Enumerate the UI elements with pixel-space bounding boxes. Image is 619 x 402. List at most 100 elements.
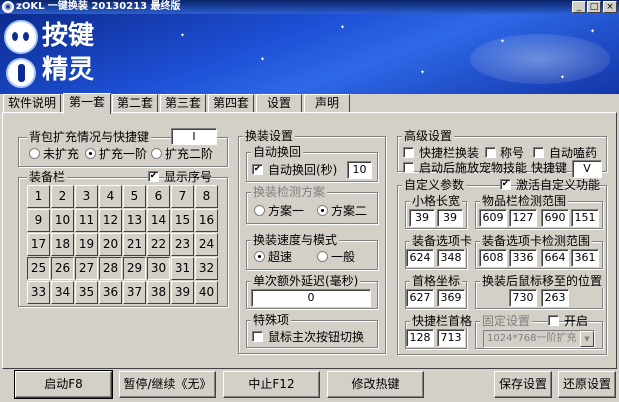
radio-detect-1[interactable] bbox=[254, 205, 265, 216]
radio-expand-1[interactable] bbox=[85, 148, 96, 159]
tab-settings[interactable]: 设置 bbox=[256, 94, 302, 113]
close-button[interactable]: × bbox=[603, 1, 617, 13]
equip-slot[interactable]: 22 bbox=[147, 233, 170, 256]
fixed-title: 固定设置 bbox=[480, 314, 533, 328]
equip-slot[interactable]: 18 bbox=[51, 233, 74, 256]
equip-slot[interactable]: 14 bbox=[147, 209, 170, 232]
tab-set-2[interactable]: 第二套 bbox=[112, 94, 158, 113]
quickbar-first-y[interactable]: 713 bbox=[437, 329, 465, 347]
equip-slot[interactable]: 24 bbox=[195, 233, 218, 256]
mouse-swap-checkbox[interactable] bbox=[252, 331, 263, 342]
equip-slot[interactable]: 8 bbox=[195, 185, 218, 208]
mouse-pos-y[interactable]: 263 bbox=[541, 289, 569, 307]
item-range-x1[interactable]: 609 bbox=[479, 209, 507, 227]
equip-tab-range-x2[interactable]: 664 bbox=[541, 249, 569, 267]
chevron-down-icon[interactable]: ▼ bbox=[580, 331, 594, 347]
activate-custom-checkbox[interactable]: ✔ bbox=[500, 179, 511, 190]
pet-skill-checkbox[interactable] bbox=[403, 162, 414, 173]
item-range-y1[interactable]: 127 bbox=[509, 209, 537, 227]
equip-slot[interactable]: 39 bbox=[171, 281, 194, 304]
equip-slot[interactable]: 32 bbox=[195, 257, 218, 280]
radio-expand-2[interactable] bbox=[151, 148, 162, 159]
equip-slot[interactable]: 28 bbox=[99, 257, 122, 280]
equip-slot[interactable]: 31 bbox=[171, 257, 194, 280]
equip-slot[interactable]: 33 bbox=[27, 281, 50, 304]
equip-tab-x[interactable]: 624 bbox=[406, 249, 434, 267]
fixed-enable-checkbox[interactable] bbox=[548, 315, 559, 326]
equip-slot[interactable]: 12 bbox=[99, 209, 122, 232]
auto-return-checkbox[interactable]: ✔ bbox=[252, 164, 263, 175]
equip-slot[interactable]: 29 bbox=[123, 257, 146, 280]
cell-height-input[interactable]: 39 bbox=[437, 209, 463, 227]
item-range-y2[interactable]: 151 bbox=[571, 209, 599, 227]
radio-detect-2-label: 方案二 bbox=[331, 204, 368, 218]
equip-slot[interactable]: 17 bbox=[27, 233, 50, 256]
start-button[interactable]: 启动F8 bbox=[14, 370, 113, 399]
equipbar-title: 装备栏 bbox=[27, 170, 68, 184]
restore-button[interactable]: 还原设置 bbox=[558, 371, 616, 398]
equip-tab-range-y2[interactable]: 361 bbox=[571, 249, 599, 267]
auto-potion-checkbox[interactable] bbox=[533, 147, 544, 158]
radio-detect-2[interactable] bbox=[317, 205, 328, 216]
equip-slot[interactable]: 16 bbox=[195, 209, 218, 232]
equip-slot[interactable]: 15 bbox=[171, 209, 194, 232]
first-coord-title: 首格坐标 bbox=[410, 274, 463, 288]
radio-no-expand[interactable] bbox=[29, 148, 40, 159]
bag-hotkey-input[interactable]: I bbox=[171, 128, 217, 145]
equip-slot[interactable]: 13 bbox=[123, 209, 146, 232]
radio-speed-fast[interactable] bbox=[254, 251, 265, 262]
stop-button[interactable]: 中止F12 bbox=[223, 371, 320, 398]
equip-slot[interactable]: 26 bbox=[51, 257, 74, 280]
minimize-button[interactable]: _ bbox=[572, 1, 586, 13]
equip-slot[interactable]: 37 bbox=[123, 281, 146, 304]
equip-slot[interactable]: 21 bbox=[123, 233, 146, 256]
equip-slot[interactable]: 35 bbox=[75, 281, 98, 304]
equip-slot[interactable]: 10 bbox=[51, 209, 74, 232]
equip-slot[interactable]: 5 bbox=[123, 185, 146, 208]
auto-return-seconds[interactable]: 10 bbox=[347, 161, 372, 179]
equip-slot[interactable]: 38 bbox=[147, 281, 170, 304]
first-coord-y[interactable]: 369 bbox=[437, 289, 465, 307]
delay-input[interactable]: 0 bbox=[251, 289, 371, 307]
equip-slot[interactable]: 3 bbox=[75, 185, 98, 208]
equip-slot[interactable]: 2 bbox=[51, 185, 74, 208]
equip-slot[interactable]: 9 bbox=[27, 209, 50, 232]
equip-slot[interactable]: 30 bbox=[147, 257, 170, 280]
title-checkbox[interactable] bbox=[485, 147, 496, 158]
equip-tab-range-x1[interactable]: 608 bbox=[479, 249, 507, 267]
show-index-checkbox[interactable]: ✔ bbox=[148, 171, 159, 182]
item-range-x2[interactable]: 690 bbox=[541, 209, 569, 227]
pet-hotkey-input[interactable]: V bbox=[572, 160, 602, 178]
equip-slot[interactable]: 36 bbox=[99, 281, 122, 304]
tab-set-1[interactable]: 第一套 bbox=[63, 93, 111, 114]
radio-speed-normal[interactable] bbox=[317, 251, 328, 262]
mouse-pos-x[interactable]: 730 bbox=[509, 289, 537, 307]
equip-slot[interactable]: 11 bbox=[75, 209, 98, 232]
resolution-select[interactable]: 1024*768一阶扩充 ▼ bbox=[483, 330, 595, 348]
tab-statement[interactable]: 声明 bbox=[304, 94, 350, 113]
quickbar-swap-checkbox[interactable] bbox=[403, 147, 414, 158]
equip-tab-range-y1[interactable]: 336 bbox=[509, 249, 537, 267]
equip-slot[interactable]: 23 bbox=[171, 233, 194, 256]
equip-slot[interactable]: 1 bbox=[27, 185, 50, 208]
quickbar-first-x[interactable]: 128 bbox=[406, 329, 434, 347]
equip-tab-y[interactable]: 348 bbox=[437, 249, 465, 267]
edit-hotkey-button[interactable]: 修改热键 bbox=[327, 371, 424, 398]
equip-slot[interactable]: 19 bbox=[75, 233, 98, 256]
equip-slot[interactable]: 7 bbox=[171, 185, 194, 208]
tab-set-3[interactable]: 第三套 bbox=[160, 94, 206, 113]
pause-button[interactable]: 暂停/继续《无》 bbox=[119, 371, 216, 398]
equip-slot[interactable]: 6 bbox=[147, 185, 170, 208]
first-coord-x[interactable]: 627 bbox=[406, 289, 434, 307]
equip-slot[interactable]: 4 bbox=[99, 185, 122, 208]
save-button[interactable]: 保存设置 bbox=[494, 371, 552, 398]
equip-slot[interactable]: 20 bbox=[99, 233, 122, 256]
maximize-button[interactable]: □ bbox=[587, 1, 601, 13]
equip-slot[interactable]: 34 bbox=[51, 281, 74, 304]
tab-instructions[interactable]: 软件说明 bbox=[3, 94, 61, 113]
equip-slot[interactable]: 40 bbox=[195, 281, 218, 304]
equip-slot[interactable]: 25 bbox=[27, 257, 50, 280]
equip-slot[interactable]: 27 bbox=[75, 257, 98, 280]
cell-width-input[interactable]: 39 bbox=[409, 209, 435, 227]
tab-set-4[interactable]: 第四套 bbox=[208, 94, 254, 113]
